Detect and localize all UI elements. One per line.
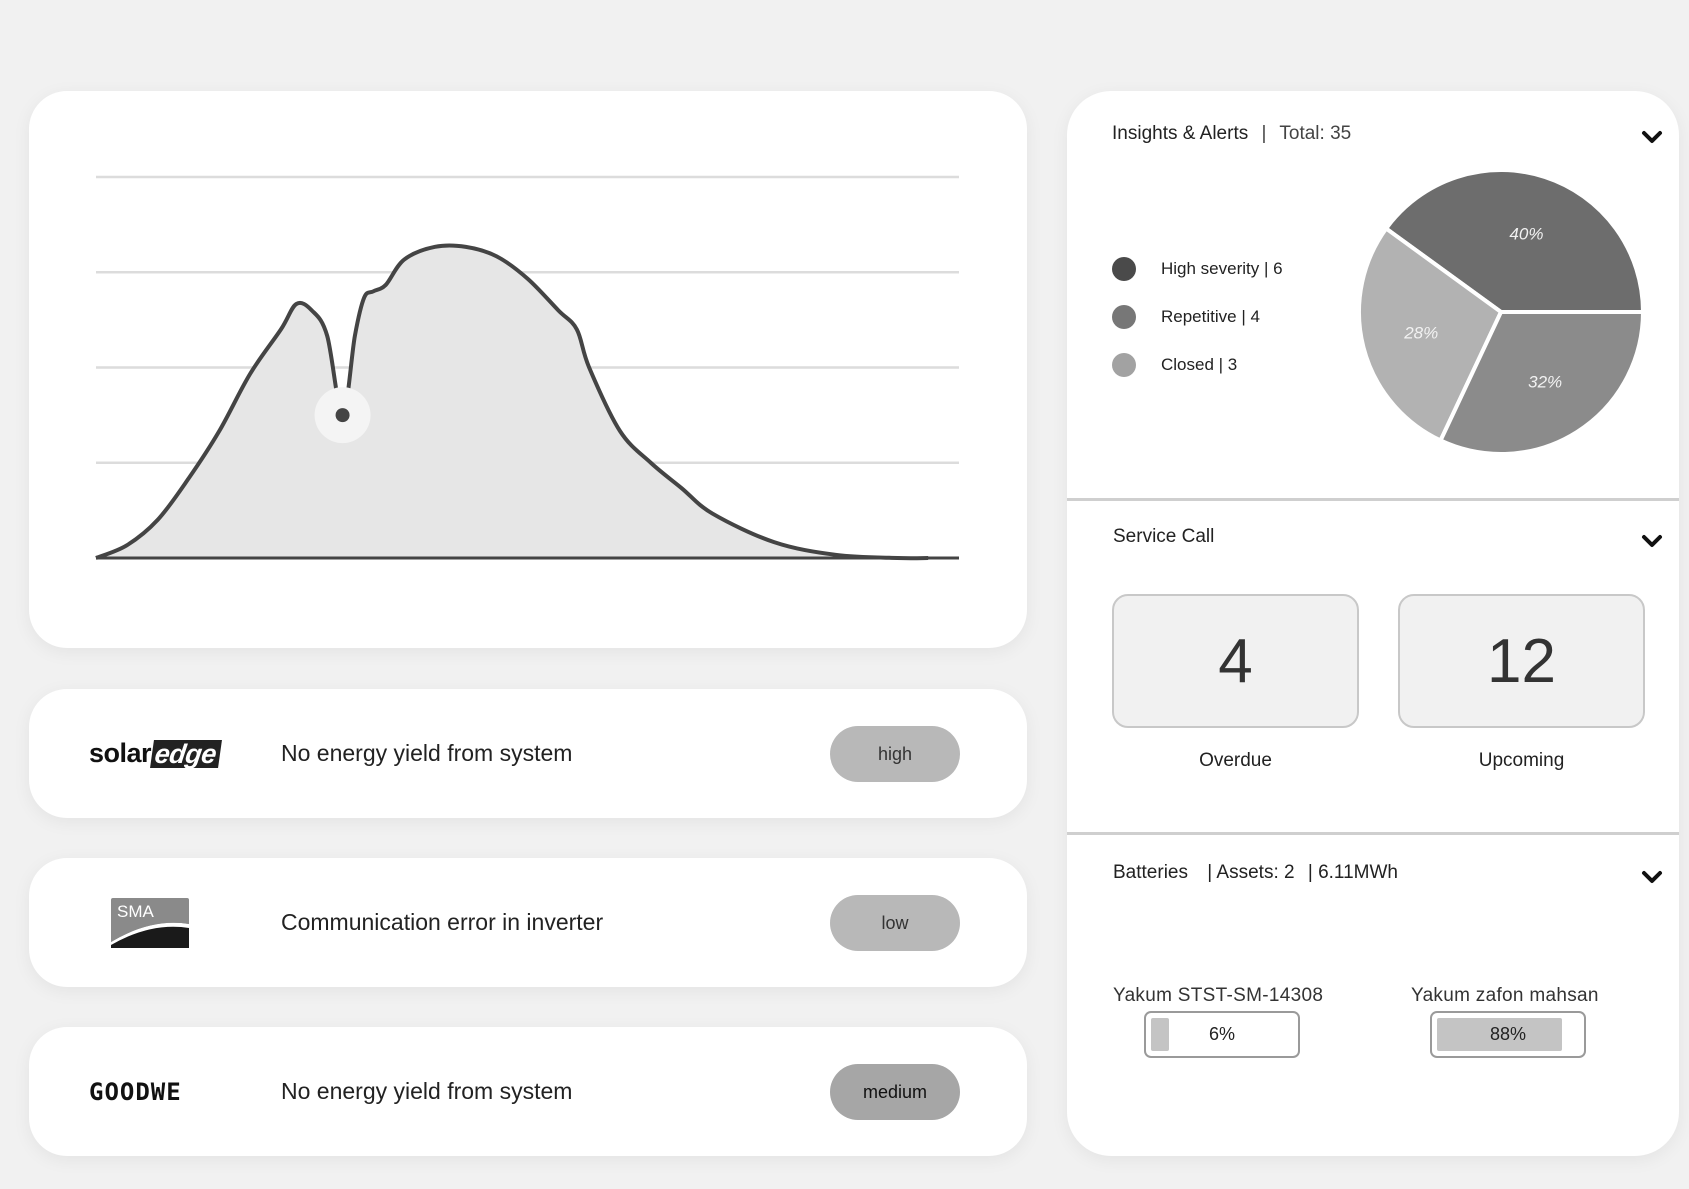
overdue-count-box[interactable]: 4 (1112, 594, 1359, 728)
sma-logo-icon: SMA (111, 897, 189, 948)
legend-label: High severity | 6 (1161, 259, 1283, 278)
overdue-label: Overdue (1199, 750, 1272, 771)
legend-item-high-severity: High severity | 6 (1112, 257, 1283, 281)
section-divider (1067, 498, 1679, 501)
battery-level-value: 88% (1489, 1024, 1527, 1044)
pie-slice-label: 28% (1403, 323, 1438, 342)
alert-message: Communication error in inverter (281, 909, 604, 935)
severity-badge[interactable]: low (830, 895, 960, 951)
legend-dot (1112, 353, 1136, 377)
chevron-down-icon[interactable] (1641, 533, 1663, 549)
upcoming-count-box[interactable]: 12 (1398, 594, 1645, 728)
insights-separator: | (1261, 123, 1267, 144)
production-chart[interactable] (29, 91, 1027, 648)
brand-logo-solaredge: solar edge (89, 689, 269, 818)
battery-level-value: 6% (1208, 1024, 1235, 1044)
legend-label: Repetitive | 4 (1161, 307, 1260, 326)
production-chart-card (29, 91, 1027, 648)
battery-level-bar[interactable]: 88% (1430, 1011, 1586, 1058)
severity-badge[interactable]: medium (830, 1064, 960, 1120)
legend-label: Closed | 3 (1161, 355, 1238, 374)
alert-message: No energy yield from system (281, 1078, 573, 1104)
battery-name: Yakum STST-SM-14308 (1113, 985, 1324, 1006)
brand-logo-sma: SMA (89, 858, 269, 987)
alerts-pie-chart[interactable]: 40% 28% 32% (1351, 162, 1651, 462)
insights-title: Insights & Alerts (1112, 123, 1249, 144)
alert-row-sma[interactable]: SMA Communication error in inverter low (29, 858, 1027, 987)
alert-row-goodwe[interactable]: GOODWE No energy yield from system mediu… (29, 1027, 1027, 1156)
service-call-title[interactable]: Service Call (1113, 526, 1214, 548)
section-divider (1067, 832, 1679, 835)
legend-item-repetitive: Repetitive | 4 (1112, 305, 1260, 329)
battery-name: Yakum zafon mahsan (1411, 985, 1599, 1006)
sma-logo-text: SMA (117, 902, 155, 921)
goodwe-logo-text: GOODWE (89, 1077, 182, 1106)
brand-logo-goodwe: GOODWE (89, 1027, 269, 1156)
legend-item-closed: Closed | 3 (1112, 353, 1237, 377)
alert-message: No energy yield from system (281, 740, 573, 766)
alert-row-solaredge[interactable]: solar edge No energy yield from system hi… (29, 689, 1027, 818)
highlight-point (335, 408, 350, 423)
chart-area-fill (96, 245, 929, 559)
insights-header[interactable]: Insights & Alerts | Total: 35 (1112, 123, 1351, 145)
pie-slice-label: 32% (1528, 373, 1562, 392)
batteries-capacity: | 6.11MWh (1307, 862, 1398, 883)
batteries-title: Batteries (1113, 862, 1188, 883)
chevron-down-icon[interactable] (1641, 129, 1663, 145)
severity-badge[interactable]: high (830, 726, 960, 782)
insights-total: Total: 35 (1279, 123, 1352, 144)
chevron-down-icon[interactable] (1641, 869, 1663, 885)
pie-slice-label: 40% (1509, 225, 1543, 244)
legend-dot (1112, 257, 1136, 281)
upcoming-label: Upcoming (1478, 750, 1565, 771)
battery-level-bar[interactable]: 6% (1144, 1011, 1300, 1058)
legend-dot (1112, 305, 1136, 329)
batteries-assets: | Assets: 2 (1207, 862, 1295, 883)
right-panel: Insights & Alerts | Total: 35 High sever… (1067, 91, 1679, 1156)
batteries-header[interactable]: Batteries | Assets: 2 | 6.11MWh (1113, 862, 1398, 884)
